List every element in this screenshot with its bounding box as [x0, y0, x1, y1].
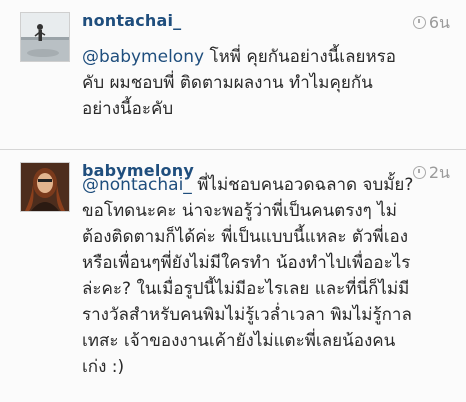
comment-timestamp: 6น	[412, 11, 450, 36]
avatar-photo	[21, 13, 69, 61]
comment-line: ขอโทดนะคะ น่าจะพอรู้ว่าพี่เป็นคนตรงๆ ไม่	[82, 201, 397, 221]
mention-link[interactable]: @babymelony	[82, 47, 204, 67]
comment-item: nontachai_ 6น @babymelony โหพี่ คุยกันอย…	[0, 0, 466, 150]
comment-text: @babymelony โหพี่ คุยกันอย่างนี้เลยหรอ ค…	[82, 44, 448, 122]
comment-line: @nontachai_ พี่ไม่ชอบคนอวดฉลาด จบมั้ย?	[82, 172, 448, 198]
comment-line-text: พี่ไม่ชอบคนอวดฉลาด จบมั้ย?	[191, 175, 414, 195]
avatar[interactable]	[20, 162, 70, 212]
comment-text: @nontachai_ พี่ไม่ชอบคนอวดฉลาด จบมั้ย? ข…	[82, 172, 448, 380]
comment-line: @babymelony โหพี่ คุยกันอย่างนี้เลยหรอ	[82, 44, 448, 70]
comment-line-text: โหพี่ คุยกันอย่างนี้เลยหรอ	[204, 47, 397, 67]
comment-line: คับ ผมชอบพี่ ติดตามผลงาน ทำไมคุยกัน	[82, 73, 373, 93]
comment-username[interactable]: nontachai_	[82, 11, 181, 30]
comment-line: อย่างนี้อะคับ	[82, 99, 174, 119]
clock-icon	[412, 16, 426, 29]
timestamp-text: 6น	[428, 13, 450, 32]
avatar-photo	[21, 163, 69, 211]
comment-line: รางวัลสำหรับคนพิมไม่รู้เวล่ำเวลา พิมไม่ร…	[82, 305, 412, 325]
comment-line: ต้องติดตามก็ได้ค่ะ พี่เป็นแบบนี้แหละ ตัว…	[82, 227, 409, 247]
mention-link[interactable]: @nontachai_	[82, 175, 192, 195]
comment-line: เทสะ เจ้าของงานเค้ายังไม่แตะพี่เลยน้องคน	[82, 331, 396, 351]
comment-line: เก่ง :)	[82, 357, 125, 377]
comment-line: ล่ะคะ? ในเมื่อรูปนี้ไม่มีอะไรเลย และที่น…	[82, 279, 410, 299]
comment-line: หรือเพื่อนๆพี่ยังไม่มีใครทำ น้องทำไปเพื่…	[82, 253, 411, 273]
comment-item: babymelony 2น @nontachai_ พี่ไม่ชอบคนอวด…	[0, 150, 466, 402]
avatar[interactable]	[20, 12, 70, 62]
